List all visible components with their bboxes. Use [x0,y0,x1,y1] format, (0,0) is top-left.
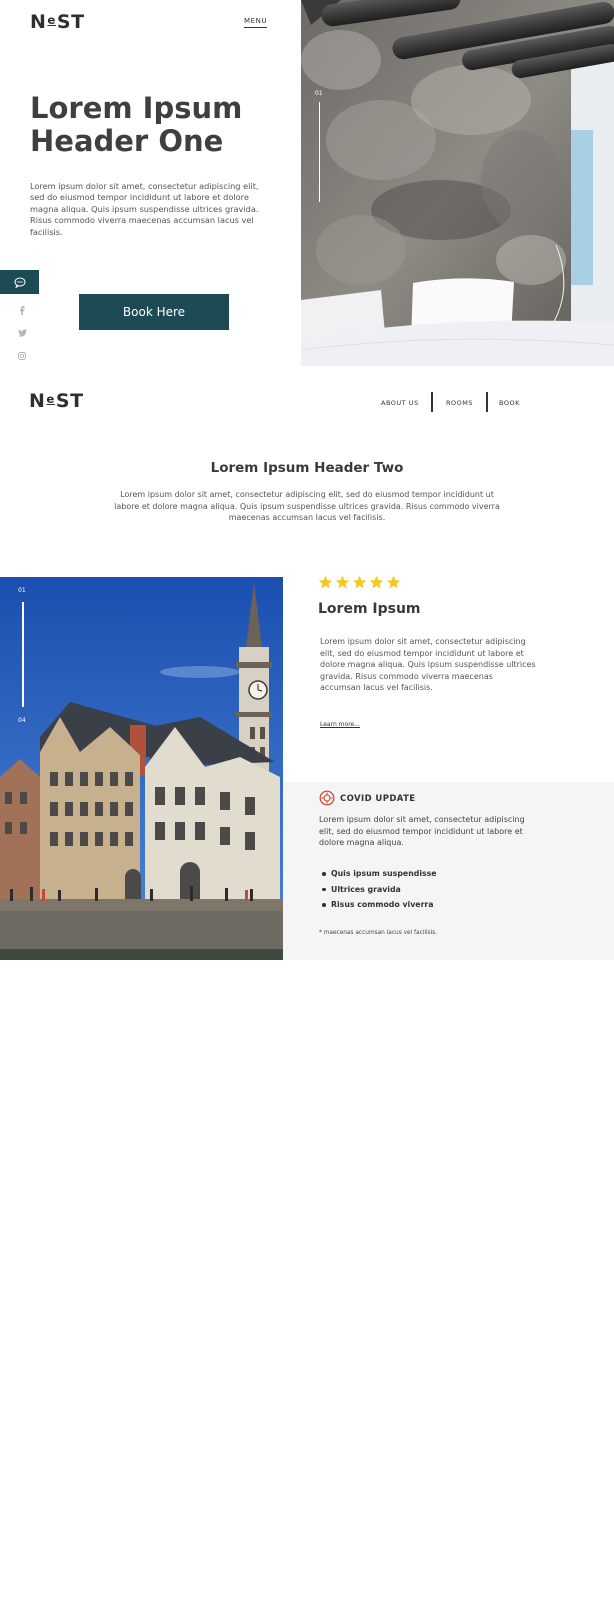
nav-divider [486,392,488,412]
nav-divider [431,392,433,412]
nav-about-us[interactable]: ABOUT US [381,392,419,414]
facebook-icon [20,305,25,315]
star-icon [335,575,350,589]
slide-progress-line [319,102,320,202]
facebook-link[interactable] [17,305,27,315]
logo-letters: N [30,11,47,33]
hero-paragraph: Lorem ipsum dolor sit amet, consectetur … [30,181,259,237]
instagram-icon [18,352,26,360]
feature-title: Lorem Ipsum [318,601,421,617]
logo-o: e [47,12,56,27]
section-paragraph: Lorem ipsum dolor sit amet, consectetur … [114,490,500,522]
slide-counter: 01 04 [16,587,36,727]
covid-update-panel: COVID UPDATE Lorem ipsum dolor sit amet,… [283,782,614,960]
chat-button[interactable] [0,270,39,294]
list-item: Risus commodo viverra [321,899,541,915]
city-photo [0,577,283,960]
slide-number-current: 01 [18,587,26,594]
slide-number-total: 04 [18,717,26,724]
instagram-link[interactable] [17,351,27,361]
hero-room-photo: 01 [301,0,614,366]
nest-logo[interactable]: NeST [29,390,84,412]
list-item: Quis ipsum suspendisse [321,868,541,884]
covid-title: COVID UPDATE [340,794,416,804]
slide-progress-line [22,602,24,707]
slide-number: 01 [315,90,323,97]
rating-stars [318,575,401,590]
star-icon [369,575,384,589]
bedroom-image [301,0,614,366]
feature-paragraph: Lorem ipsum dolor sit amet, consectetur … [320,637,536,693]
star-icon [318,575,333,589]
menu-link[interactable]: MENU [244,17,268,28]
twitter-link[interactable] [17,328,27,338]
nav-rooms[interactable]: ROOMS [446,392,473,414]
logo-letters: N [29,390,46,412]
star-icon [352,575,367,589]
chat-bubble-icon [14,277,25,288]
main-header: NeST ABOUT US ROOMS BOOK [0,380,614,420]
logo-o: e [46,391,55,406]
covid-paragraph: Lorem ipsum dolor sit amet, consectetur … [319,815,525,848]
covid-icon [319,790,335,806]
slide-counter: 01 [313,90,333,220]
nav-book[interactable]: BOOK [499,392,520,414]
nest-logo[interactable]: NeST [30,11,85,33]
list-item: Ultrices gravida [321,884,541,900]
city-image [0,577,283,960]
covid-list: Quis ipsum suspendisse Ultrices gravida … [321,868,541,915]
star-icon [386,575,401,589]
covid-footnote: * maecenas accumsan lacus vel facilisis. [319,930,438,936]
book-here-button[interactable]: Book Here [79,294,229,330]
hero-section: NeST MENU Lorem Ipsum Header One Lorem i… [0,0,614,366]
logo-letters: ST [56,11,85,33]
learn-more-link[interactable]: Learn more... [320,721,360,728]
logo-letters: ST [55,390,84,412]
section-title: Lorem Ipsum Header Two [210,460,404,476]
hero-title: Lorem Ipsum Header One [30,91,243,158]
twitter-icon [17,329,27,337]
